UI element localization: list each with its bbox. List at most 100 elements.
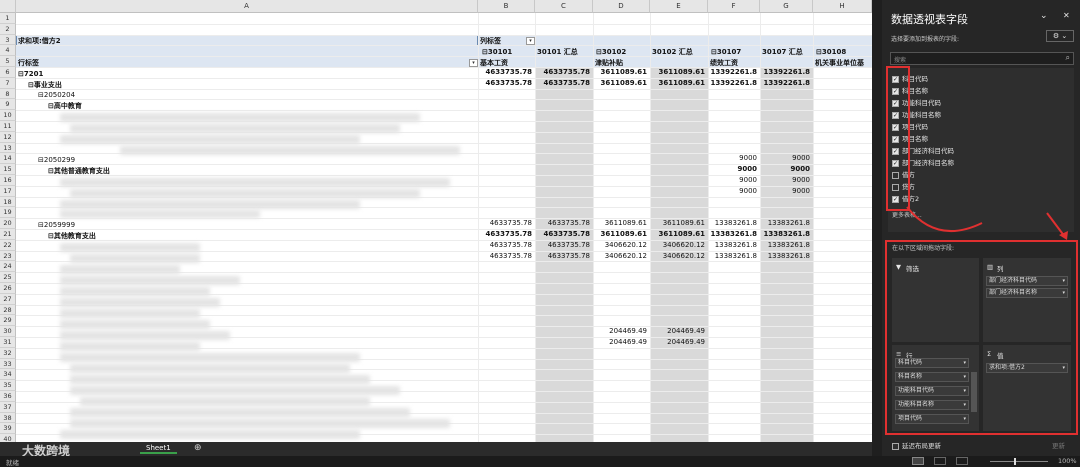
col-name-30108[interactable]: 机关事业单位基	[815, 59, 872, 68]
page-layout-icon[interactable]	[934, 457, 946, 465]
tree-item-2050204[interactable]: ⊟2050204	[38, 91, 75, 100]
defer-update-checkbox[interactable]: 延迟布局更新	[892, 440, 941, 450]
spreadsheet-grid[interactable]: A B C D E F G H 1 2 3 4 5 6 7 8 9 10 11 12 13 14 15 16 1…	[0, 0, 872, 442]
value-cell[interactable]: 3406620.12	[593, 252, 647, 261]
row-header[interactable]: 10	[0, 110, 16, 121]
value-cell[interactable]: 13383261.8	[708, 252, 757, 261]
column-header-a[interactable]: A	[16, 0, 478, 13]
row-header[interactable]: 32	[0, 347, 16, 359]
value-cell[interactable]: 13383261.8	[760, 219, 810, 228]
field-search-input[interactable]: 搜索 ⌕	[890, 52, 1074, 65]
column-header-e[interactable]: E	[650, 0, 708, 13]
value-cell[interactable]: 3406620.12	[593, 241, 647, 250]
value-cell[interactable]: 3406620.12	[650, 252, 705, 261]
tree-item-qita-putong[interactable]: ⊟其他普通教育支出	[48, 167, 110, 176]
row-header[interactable]: 39	[0, 423, 16, 435]
row-header[interactable]: 20	[0, 218, 16, 229]
defer-checkbox-box[interactable]	[892, 442, 899, 450]
row-header[interactable]: 13	[0, 142, 16, 154]
value-cell[interactable]: 204469.49	[593, 338, 647, 347]
row-header[interactable]: 29	[0, 315, 16, 327]
value-cell[interactable]: 13392261.8	[760, 79, 811, 88]
value-cell[interactable]: 4633735.78	[478, 219, 532, 228]
zoom-slider[interactable]	[990, 461, 1048, 462]
value-cell[interactable]: 9000	[708, 176, 757, 185]
row-header[interactable]: 12	[0, 131, 16, 143]
value-cell[interactable]: 9000	[708, 187, 757, 196]
row-header[interactable]: 36	[0, 391, 16, 402]
value-cell[interactable]: 13383261.8	[708, 219, 757, 228]
row-filter-button[interactable]: ▾	[469, 59, 478, 67]
value-cell[interactable]: 4633735.78	[478, 252, 532, 261]
row-header[interactable]: 24	[0, 261, 16, 273]
row-header[interactable]: 8	[0, 88, 16, 100]
zoom-slider-thumb[interactable]	[1014, 458, 1016, 465]
zoom-level[interactable]: 100%	[1058, 457, 1077, 465]
value-cell[interactable]: 13383261.8	[708, 241, 757, 250]
value-cell[interactable]: 13383261.8	[760, 230, 811, 239]
row-header[interactable]: 25	[0, 272, 16, 283]
row-header[interactable]: 17	[0, 185, 16, 197]
value-cell[interactable]: 3611089.61	[593, 79, 648, 88]
sheet-tab-sheet1[interactable]: Sheet1	[140, 444, 177, 454]
value-cell[interactable]: 204469.49	[593, 327, 647, 336]
row-header[interactable]: 2	[0, 23, 16, 35]
value-cell[interactable]: 3611089.61	[650, 230, 706, 239]
tree-item-qita-jiaoyu[interactable]: ⊟其他教育支出	[48, 232, 96, 241]
value-cell[interactable]: 4633735.78	[535, 79, 591, 88]
value-cell[interactable]: 13392261.8	[708, 79, 758, 88]
col-total-30101[interactable]: 30101 汇总	[537, 48, 578, 57]
tree-item-2050299[interactable]: ⊟2050299	[38, 156, 75, 165]
value-cell[interactable]: 13383261.8	[760, 241, 810, 250]
value-cell[interactable]: 3611089.61	[593, 68, 648, 77]
col-name-30102[interactable]: 津贴补贴	[595, 59, 623, 68]
row-header[interactable]: 22	[0, 239, 16, 251]
value-cell[interactable]: 9000	[760, 176, 810, 185]
row-header[interactable]: 23	[0, 250, 16, 262]
row-header[interactable]: 27	[0, 293, 16, 305]
row-header[interactable]: 21	[0, 229, 16, 240]
row-labels-label[interactable]: 行标签	[18, 59, 39, 68]
tree-item-gaozhong[interactable]: ⊟高中教育	[48, 102, 82, 111]
column-header-f[interactable]: F	[708, 0, 760, 13]
value-cell[interactable]: 4633735.78	[535, 68, 591, 77]
value-cell[interactable]: 3406620.12	[650, 241, 705, 250]
row-header[interactable]: 6	[0, 67, 16, 78]
col-code-30102[interactable]: ⊟30102	[596, 48, 626, 57]
row-header[interactable]: 5	[0, 56, 16, 67]
value-cell[interactable]: 4633735.78	[535, 241, 590, 250]
row-header[interactable]: 3	[0, 34, 16, 46]
column-header-c[interactable]: C	[535, 0, 593, 13]
value-cell[interactable]: 4633735.78	[478, 68, 533, 77]
row-header[interactable]: 11	[0, 121, 16, 132]
value-cell[interactable]: 9000	[708, 165, 757, 174]
col-total-30102[interactable]: 30102 汇总	[652, 48, 693, 57]
col-code-30108[interactable]: ⊟30108	[816, 48, 846, 57]
value-cell[interactable]: 13383261.8	[708, 230, 758, 239]
row-header[interactable]: 37	[0, 401, 16, 413]
row-header[interactable]: 30	[0, 326, 16, 337]
row-header[interactable]: 4	[0, 45, 16, 57]
value-cell[interactable]: 9000	[760, 165, 810, 174]
col-code-30101[interactable]: ⊟30101	[482, 48, 512, 57]
col-code-30107[interactable]: ⊟30107	[711, 48, 741, 57]
row-header[interactable]: 33	[0, 358, 16, 370]
row-header[interactable]: 38	[0, 412, 16, 424]
value-cell[interactable]: 3611089.61	[650, 219, 705, 228]
column-header-d[interactable]: D	[593, 0, 650, 13]
value-cell[interactable]: 204469.49	[650, 327, 705, 336]
value-cell[interactable]: 4633735.78	[535, 219, 590, 228]
row-header[interactable]: 28	[0, 304, 16, 316]
value-cell[interactable]: 13383261.8	[760, 252, 810, 261]
tree-item-2059999[interactable]: ⊟2059999	[38, 221, 75, 230]
column-labels-label[interactable]: 列标签	[480, 37, 501, 46]
column-filter-button[interactable]: ▾	[526, 37, 535, 45]
add-sheet-button[interactable]: ⊕	[194, 443, 202, 453]
value-cell[interactable]: 13392261.8	[708, 68, 758, 77]
row-header[interactable]: 15	[0, 164, 16, 175]
row-header[interactable]: 26	[0, 283, 16, 294]
value-cell[interactable]: 4633735.78	[478, 230, 533, 239]
gear-icon[interactable]: ⚙ ⌄	[1046, 30, 1074, 42]
value-cell[interactable]: 3611089.61	[593, 219, 647, 228]
row-header[interactable]: 31	[0, 337, 16, 348]
